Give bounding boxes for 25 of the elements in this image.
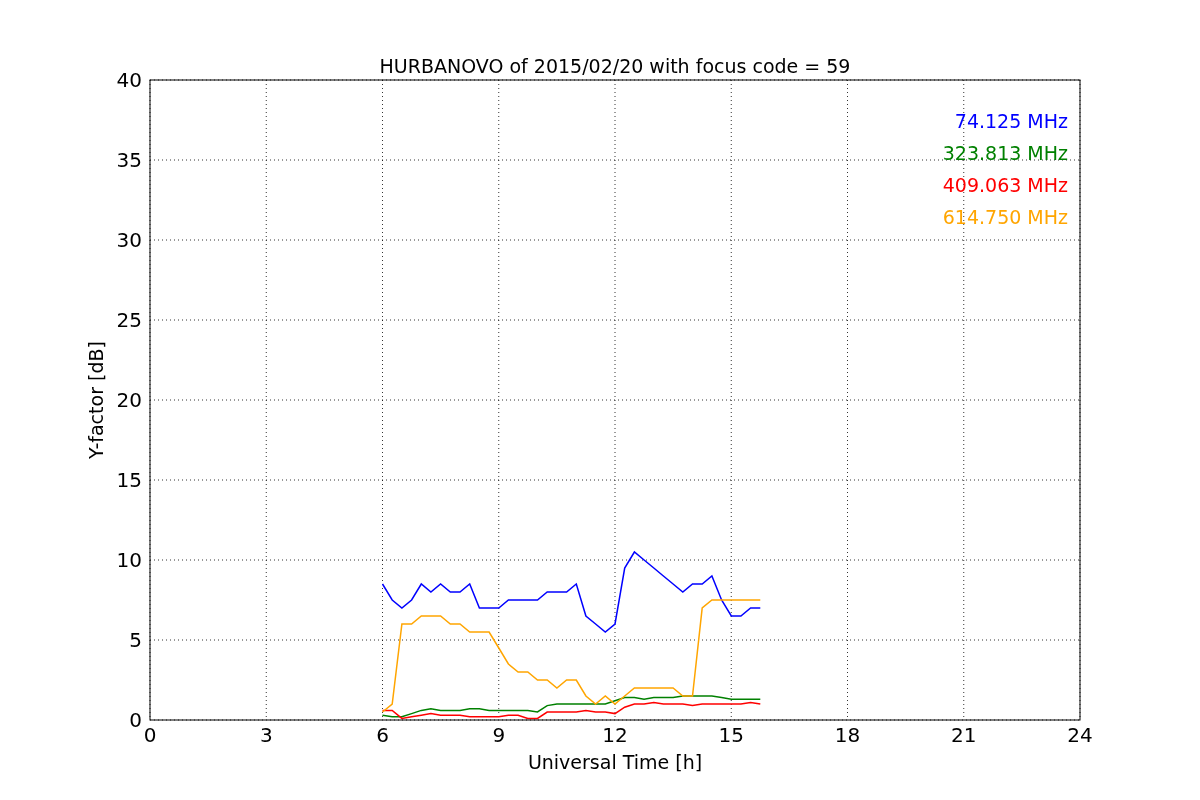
tick-label: 18 xyxy=(834,723,861,747)
axis-label: Y-factor [dB] xyxy=(85,341,107,459)
axis-label: Universal Time [h] xyxy=(527,751,703,773)
tick-label: 12 xyxy=(602,723,628,747)
tick-label: 24 xyxy=(1067,723,1093,747)
tick-label: 3 xyxy=(259,723,273,747)
tick-label: 15 xyxy=(718,723,744,747)
tick-label: 30 xyxy=(116,228,142,252)
tick-label: 6 xyxy=(376,723,389,747)
tick-label: 20 xyxy=(116,388,142,412)
legend-label: 74.125 MHz xyxy=(954,110,1068,132)
legend-label: 614.750 MHz xyxy=(942,206,1068,228)
tick-label: 0 xyxy=(129,708,142,732)
legend-label: 409.063 MHz xyxy=(942,174,1068,196)
tick-label: 9 xyxy=(492,723,506,747)
chart-title: HURBANOVO of 2015/02/20 with focus code = 59 xyxy=(379,55,851,77)
tick-label: 35 xyxy=(116,148,142,172)
legend-label: 323.813 MHz xyxy=(942,142,1068,164)
tick-label: 21 xyxy=(951,723,977,747)
tick-label: 5 xyxy=(129,628,142,652)
tick-label: 40 xyxy=(116,68,142,92)
tick-label: 15 xyxy=(116,468,142,492)
tick-label: 0 xyxy=(143,723,157,747)
tick-label: 25 xyxy=(116,308,142,332)
tick-label: 10 xyxy=(116,548,142,572)
